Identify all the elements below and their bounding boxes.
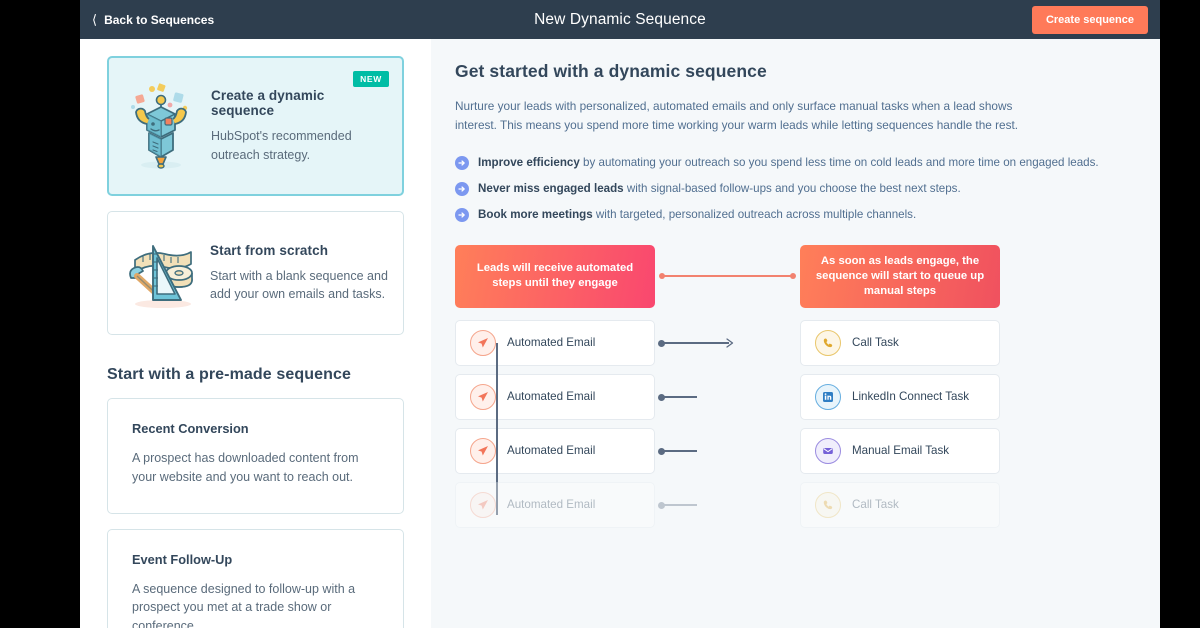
diagram-row: Automated Email Call Task [455, 319, 1000, 366]
step-card-automated-email[interactable]: Automated Email [455, 481, 655, 528]
sidebar: NEW Create a dynamic sequence HubSpot's … [80, 39, 431, 628]
banner-manual: As soon as leads engage, the sequence wi… [800, 244, 1000, 308]
step-card-automated-email[interactable]: Automated Email [455, 319, 655, 366]
premade-card-event-follow-up[interactable]: Event Follow-Up A sequence designed to f… [107, 528, 404, 628]
option-card-text: Start from scratch Start with a blank se… [206, 243, 389, 303]
step-card-call-task[interactable]: Call Task [800, 481, 1000, 528]
page-title: New Dynamic Sequence [534, 10, 706, 28]
ruler-hammer-illustration [114, 232, 206, 314]
list-item-bold: Never miss engaged leads [478, 182, 624, 196]
banner-connector [657, 273, 798, 280]
step-card-linkedin-connect-task[interactable]: LinkedIn Connect Task [800, 373, 1000, 420]
option-card-title: Create a dynamic sequence [211, 88, 325, 119]
premade-section-heading: Start with a pre-made sequence [107, 366, 351, 383]
paper-plane-icon [470, 383, 496, 410]
diagram-banner-row: Leads will receive automated steps until… [455, 244, 1000, 308]
connector-line [661, 450, 697, 452]
premade-card-recent-conversion[interactable]: Recent Conversion A prospect has downloa… [107, 398, 404, 514]
step-card-label: Call Task [852, 336, 899, 350]
row-connector [655, 482, 800, 528]
option-card-text: Create a dynamic sequence HubSpot's reco… [207, 88, 388, 163]
diagram-row: Automated Email Manual Email Task [455, 427, 1000, 474]
diagram-rows: Automated Email Call Task Automated Emai… [455, 319, 1000, 528]
top-bar: ⟨ Back to Sequences New Dynamic Sequence… [80, 0, 1160, 39]
premade-card-desc: A sequence designed to follow-up with a … [132, 581, 356, 628]
option-card-desc: HubSpot's recommended outreach strategy. [211, 129, 352, 162]
envelope-icon [815, 437, 841, 464]
linkedin-icon [815, 383, 841, 410]
row-connector [655, 320, 800, 366]
connector-dot [790, 273, 796, 280]
option-card-title: Start from scratch [210, 242, 329, 258]
phone-icon [815, 329, 841, 356]
connector-line [661, 342, 729, 344]
banner-automated: Leads will receive automated steps until… [455, 244, 655, 308]
step-card-label: Manual Email Task [852, 444, 950, 458]
connector-line [661, 396, 697, 398]
list-item-bold: Improve efficiency [478, 155, 580, 169]
sequence-diagram: Leads will receive automated steps until… [455, 244, 1000, 528]
step-card-label: LinkedIn Connect Task [852, 390, 970, 404]
arrow-right-circle-icon [455, 182, 469, 197]
paper-plane-icon [470, 437, 496, 464]
step-card-label: Automated Email [507, 336, 596, 350]
diagram-row: Automated Email Call Task [455, 481, 1000, 528]
app-window: ⟨ Back to Sequences New Dynamic Sequence… [80, 0, 1160, 628]
main-panel: Get started with a dynamic sequence Nurt… [431, 39, 1160, 628]
main-heading: Get started with a dynamic sequence [455, 61, 767, 81]
connector-line [661, 504, 697, 506]
list-item: Improve efficiency by automating your ou… [455, 155, 1130, 171]
scroll-fade-mask [431, 594, 1160, 628]
premade-card-title: Event Follow-Up [132, 551, 233, 567]
connector-line [663, 275, 792, 277]
arrow-right-icon [725, 336, 739, 355]
list-item-bold: Book more meetings [478, 208, 593, 222]
create-sequence-button[interactable]: Create sequence [1031, 6, 1148, 34]
list-item-text: Book more meetings with targeted, person… [478, 207, 916, 223]
list-item-rest: by automating your outreach so you spend… [579, 155, 1099, 169]
back-to-sequences-label: Back to Sequences [104, 12, 215, 27]
list-item-rest: with signal-based follow-ups and you cho… [623, 182, 961, 196]
main-paragraph: Nurture your leads with personalized, au… [455, 99, 1019, 133]
list-item: Book more meetings with targeted, person… [455, 207, 1130, 223]
step-card-label: Call Task [852, 498, 899, 512]
phone-icon [815, 491, 841, 518]
option-card-desc: Start with a blank sequence and add your… [210, 268, 388, 301]
step-card-automated-email[interactable]: Automated Email [455, 373, 655, 420]
diagram-row: Automated Email LinkedIn Connect Task [455, 373, 1000, 420]
body-container: NEW Create a dynamic sequence HubSpot's … [80, 39, 1160, 628]
list-item: Never miss engaged leads with signal-bas… [455, 181, 1130, 197]
step-card-automated-email[interactable]: Automated Email [455, 427, 655, 474]
list-item-rest: with targeted, personalized outreach acr… [592, 208, 917, 222]
premade-card-title: Recent Conversion [132, 421, 249, 436]
step-card-label: Automated Email [507, 498, 596, 512]
step-card-label: Automated Email [507, 444, 596, 458]
row-connector [655, 428, 800, 474]
benefits-list: Improve efficiency by automating your ou… [455, 155, 1130, 224]
arrow-right-circle-icon [455, 155, 469, 170]
option-card-start-from-scratch[interactable]: Start from scratch Start with a blank se… [107, 211, 404, 335]
row-connector [655, 374, 800, 420]
paper-plane-icon [470, 491, 496, 518]
option-card-dynamic-sequence[interactable]: NEW Create a dynamic sequence HubSpot's … [107, 56, 404, 196]
paper-plane-icon [470, 329, 496, 356]
premade-card-desc: A prospect has downloaded content from y… [132, 451, 359, 484]
new-badge: NEW [353, 71, 389, 87]
step-card-label: Automated Email [507, 390, 596, 404]
chevron-left-icon: ⟨ [92, 12, 98, 27]
step-card-call-task[interactable]: Call Task [800, 319, 1000, 366]
list-item-text: Improve efficiency by automating your ou… [478, 155, 1099, 171]
list-item-text: Never miss engaged leads with signal-bas… [478, 181, 961, 197]
back-to-sequences-link[interactable]: ⟨ Back to Sequences [92, 13, 214, 27]
arrow-right-circle-icon [455, 208, 469, 223]
step-card-manual-email-task[interactable]: Manual Email Task [800, 427, 1000, 474]
robot-illustration [115, 80, 207, 172]
